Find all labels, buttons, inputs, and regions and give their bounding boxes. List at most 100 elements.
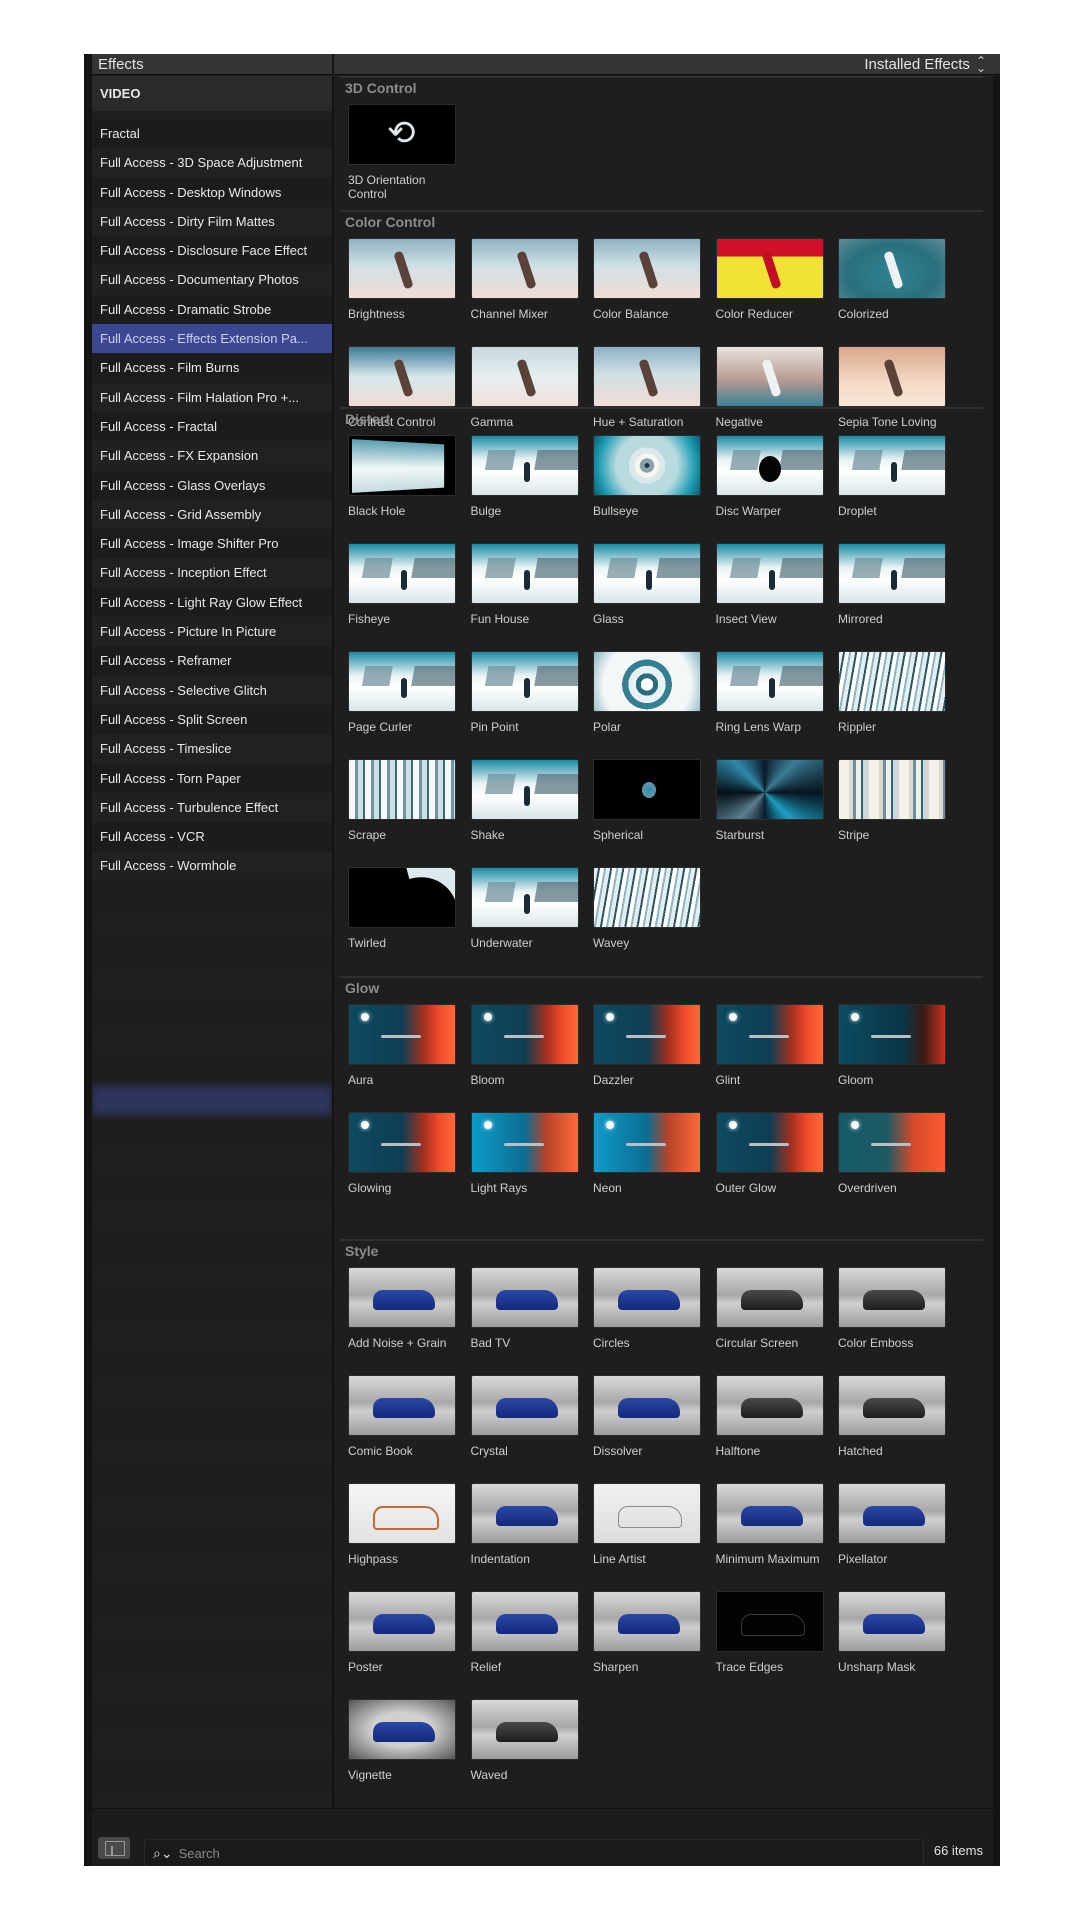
effect-tile[interactable]: Brightness [348,238,458,321]
sidebar-item[interactable]: Full Access - Light Ray Glow Effect [92,587,332,618]
sidebar-item[interactable]: Full Access - Dirty Film Mattes [92,206,332,237]
effect-tile[interactable]: Minimum Maximum [715,1483,826,1566]
effect-tile[interactable]: Neon [593,1112,703,1195]
effect-tile[interactable]: Disc Warper [715,435,826,518]
effect-tile[interactable]: Comic Book [348,1375,458,1458]
effect-tile[interactable]: Fisheye [348,543,458,626]
sidebar-item[interactable]: Full Access - Dramatic Strobe [92,294,332,325]
effect-tile[interactable]: Dazzler [593,1004,703,1087]
sidebar-item[interactable]: Full Access - Film Halation Pro +... [92,382,332,412]
effect-tile[interactable]: Channel Mixer [470,238,581,321]
effect-tile[interactable]: Polar [593,651,703,734]
effect-tile[interactable]: Pixellator [838,1483,948,1566]
effects-sidebar[interactable]: VIDEO Fractal Full Access - 3D Space Adju… [92,76,332,1808]
effect-label: Circular Screen [715,1336,799,1350]
effect-tile[interactable]: Line Artist [593,1483,703,1566]
sidebar-item[interactable]: Full Access - Image Shifter Pro [92,529,332,559]
effect-tile[interactable]: Indentation [470,1483,581,1566]
effect-tile[interactable]: Gamma [470,346,581,429]
effect-tile[interactable]: Stripe [838,759,948,842]
blurred-row [92,1701,332,1731]
effect-tile[interactable]: Twirled [348,867,458,950]
effect-tile[interactable]: Unsharp Mask [838,1591,948,1674]
effect-tile[interactable]: Insect View [715,543,826,626]
effect-tile[interactable]: Sepia Tone Loving [838,346,948,429]
sidebar-item[interactable]: Full Access - 3D Space Adjustment [92,148,332,178]
effect-tile[interactable]: Rippler [838,651,948,734]
sidebar-item[interactable]: Full Access - Film Burns [92,353,332,383]
installed-effects-popup[interactable]: Installed Effects ⌃ ⌄ [864,55,986,74]
effect-tile[interactable]: Color Emboss [838,1267,948,1350]
effect-tile[interactable]: Droplet [838,435,948,518]
effect-tile[interactable]: Hue + Saturation [593,346,703,429]
effect-label: Polar [593,720,622,734]
search-input[interactable] [178,1845,779,1861]
sidebar-item[interactable]: Full Access - Torn Paper [92,763,332,793]
sidebar-item[interactable]: Full Access - Picture In Picture [92,617,332,647]
effect-tile[interactable]: Crystal [470,1375,581,1458]
sidebar-item[interactable]: Full Access - Turbulence Effect [92,792,332,823]
sidebar-item[interactable]: Full Access - Selective Glitch [92,675,332,705]
effect-tile[interactable]: Colorized [838,238,948,321]
sidebar-item[interactable]: Full Access - Documentary Photos [92,265,332,295]
effect-tile[interactable]: Scrape [348,759,458,842]
sidebar-item[interactable]: Full Access - Reframer [92,646,332,676]
effect-tile[interactable]: Starburst [715,759,826,842]
search-field[interactable]: ⌕⌄ [144,1839,924,1866]
effect-tile[interactable]: Hatched [838,1375,948,1458]
sidebar-layout-icon[interactable] [98,1837,130,1859]
effect-tile[interactable]: Add Noise + Grain [348,1267,458,1350]
effect-tile[interactable]: 3D Orientation Control [348,104,458,201]
effect-tile[interactable]: Fun House [470,543,581,626]
effect-tile[interactable]: Glass [593,543,703,626]
effect-tile[interactable]: Light Rays [470,1112,581,1195]
effect-tile[interactable]: Mirrored [838,543,948,626]
effect-tile[interactable]: Waved [470,1699,581,1782]
effect-tile[interactable]: Circular Screen [715,1267,826,1350]
sidebar-item[interactable]: Full Access - Inception Effect [92,558,332,588]
effect-tile[interactable]: Glint [715,1004,826,1087]
effect-tile[interactable]: Bulge [470,435,581,518]
sidebar-item[interactable]: Full Access - Fractal [92,411,332,442]
effect-tile[interactable]: Circles [593,1267,703,1350]
sidebar-item[interactable]: Full Access - Desktop Windows [92,177,332,207]
effect-tile[interactable]: Wavey [593,867,703,950]
sidebar-item[interactable]: Full Access - Glass Overlays [92,470,332,500]
effect-tile[interactable]: Color Balance [593,238,703,321]
effect-tile[interactable]: Sharpen [593,1591,703,1674]
effect-tile[interactable]: Negative [715,346,826,429]
sidebar-item[interactable]: Full Access - VCR [92,822,332,852]
effect-tile[interactable]: Bad TV [470,1267,581,1350]
effect-tile[interactable]: Overdriven [838,1112,948,1195]
effect-tile[interactable]: Bloom [470,1004,581,1087]
sidebar-item[interactable]: Full Access - Effects Extension Pa... [92,324,332,354]
effect-tile[interactable]: Halftone [715,1375,826,1458]
effect-tile[interactable]: Relief [470,1591,581,1674]
sidebar-item[interactable]: Full Access - Timeslice [92,734,332,764]
effect-tile[interactable]: Dissolver [593,1375,703,1458]
effect-tile[interactable]: Ring Lens Warp [715,651,826,734]
effect-tile[interactable]: Aura [348,1004,458,1087]
effect-tile[interactable]: Highpass [348,1483,458,1566]
sidebar-item[interactable]: Full Access - Grid Assembly [92,499,332,530]
effect-tile[interactable]: Pin Point [470,651,581,734]
effect-tile[interactable]: Color Reducer [715,238,826,321]
effect-tile[interactable]: Bullseye [593,435,703,518]
effect-tile[interactable]: Trace Edges [715,1591,826,1674]
sidebar-item[interactable]: Fractal [92,119,332,149]
sidebar-item[interactable]: Full Access - Disclosure Face Effect [92,236,332,266]
effect-tile[interactable]: Shake [470,759,581,842]
effect-tile[interactable]: Poster [348,1591,458,1674]
effect-tile[interactable]: Page Curler [348,651,458,734]
effect-tile[interactable]: Black Hole [348,435,458,518]
effect-tile[interactable]: Outer Glow [715,1112,826,1195]
effect-tile[interactable]: Vignette [348,1699,458,1782]
effect-tile[interactable]: Glowing [348,1112,458,1195]
scrollbar-track[interactable] [993,76,1000,1866]
sidebar-item[interactable]: Full Access - FX Expansion [92,441,332,471]
effect-tile[interactable]: Underwater [470,867,581,950]
effects-grid[interactable]: 3D Control 3D Orientation Control Color Co… [334,76,993,1808]
effect-tile[interactable]: Gloom [838,1004,948,1087]
effect-tile[interactable]: Spherical [593,759,703,842]
sidebar-item[interactable]: Full Access - Split Screen [92,704,332,735]
